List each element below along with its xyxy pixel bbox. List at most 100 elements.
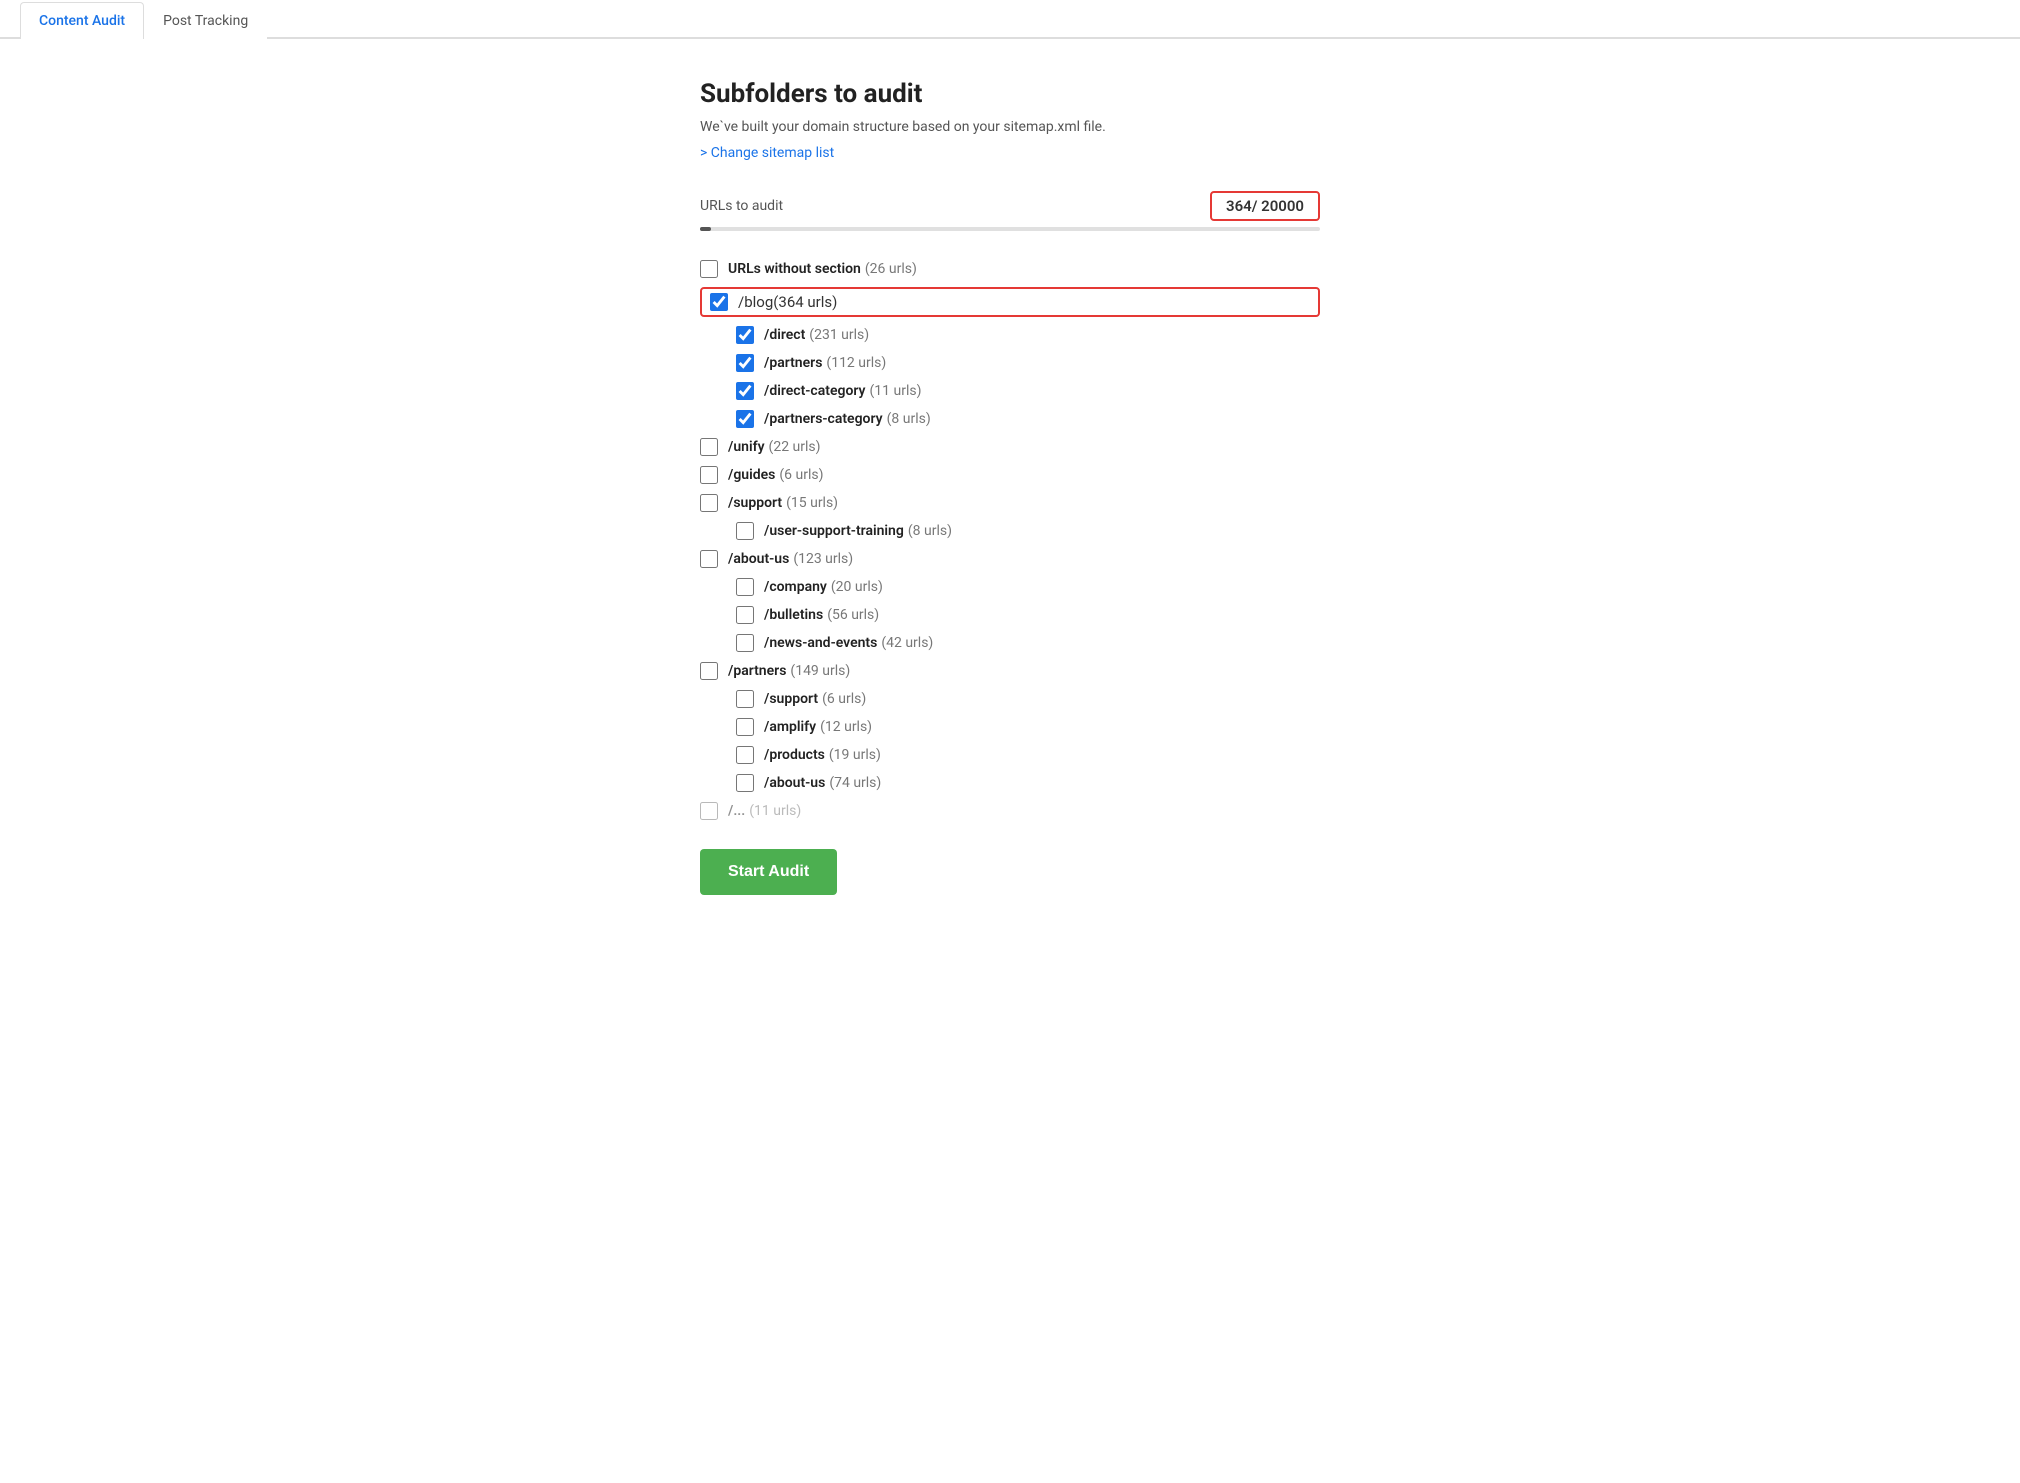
item-label: /about-us: [728, 551, 789, 567]
item-count: (112 urls): [826, 355, 886, 371]
list-item-blog: /blog (364 urls) /direct (231 urls) /par…: [700, 287, 1320, 433]
checkbox-direct-category[interactable]: [736, 382, 754, 400]
about-us-children: /company (20 urls) /bulletins (56 urls) …: [700, 573, 1320, 657]
list-item: /company (20 urls): [736, 573, 1320, 601]
item-label: /support: [728, 495, 782, 511]
item-label: /user-support-training: [764, 523, 904, 539]
list-item: /direct (231 urls): [736, 321, 1320, 349]
item-label: /about-us: [764, 775, 825, 791]
item-label: /bulletins: [764, 607, 823, 623]
start-audit-button[interactable]: Start Audit: [700, 849, 837, 895]
item-count: (74 urls): [829, 775, 881, 791]
item-label: /amplify: [764, 719, 816, 735]
item-count: (22 urls): [769, 439, 821, 455]
checkbox-urls-without-section[interactable]: [700, 260, 718, 278]
urls-count-badge: 364/ 20000: [1210, 191, 1320, 221]
checkbox-user-support-training[interactable]: [736, 522, 754, 540]
item-label: /support: [764, 691, 818, 707]
support-children: /user-support-training (8 urls): [700, 517, 1320, 545]
item-count: (231 urls): [809, 327, 869, 343]
item-count: (56 urls): [827, 607, 879, 623]
item-label: /company: [764, 579, 827, 595]
list-item: /bulletins (56 urls): [736, 601, 1320, 629]
checkbox-about-us[interactable]: [700, 550, 718, 568]
item-count: (19 urls): [829, 747, 881, 763]
item-count: (12 urls): [820, 719, 872, 735]
list-item: /amplify (12 urls): [736, 713, 1320, 741]
checkbox-partners-about-us[interactable]: [736, 774, 754, 792]
list-item: /partners (112 urls): [736, 349, 1320, 377]
urls-counter-row: URLs to audit 364/ 20000: [700, 191, 1320, 221]
list-item: /about-us (74 urls): [736, 769, 1320, 797]
checkbox-blog[interactable]: [710, 293, 728, 311]
list-item: URLs without section (26 urls): [700, 255, 1320, 283]
progress-bar-container: [700, 227, 1320, 231]
list-item: /unify (22 urls): [700, 433, 1320, 461]
blog-children: /direct (231 urls) /partners (112 urls) …: [700, 321, 1320, 433]
checkbox-partners-main[interactable]: [700, 662, 718, 680]
item-count: (11 urls): [749, 803, 801, 819]
item-count: (26 urls): [865, 261, 917, 277]
item-count: (364 urls): [773, 293, 837, 311]
blog-row-wrapper: /blog (364 urls): [700, 287, 1320, 317]
item-count: (6 urls): [779, 467, 823, 483]
item-count: (8 urls): [887, 411, 931, 427]
list-item-partners-main: /partners (149 urls) /support (6 urls) /…: [700, 657, 1320, 797]
checkbox-partners-category[interactable]: [736, 410, 754, 428]
checkbox-unify[interactable]: [700, 438, 718, 456]
item-count: (149 urls): [790, 663, 850, 679]
item-label: /partners-category: [764, 411, 883, 427]
item-label: /partners: [764, 355, 822, 371]
item-count: (8 urls): [908, 523, 952, 539]
item-label: /news-and-events: [764, 635, 877, 651]
urls-label: URLs to audit: [700, 198, 783, 214]
item-label: /products: [764, 747, 825, 763]
item-count: (15 urls): [786, 495, 838, 511]
change-sitemap-link[interactable]: > Change sitemap list: [700, 145, 834, 161]
tabs-bar: Content Audit Post Tracking: [0, 0, 2020, 39]
item-count: (123 urls): [793, 551, 853, 567]
list-item: /direct-category (11 urls): [736, 377, 1320, 405]
checkbox-amplify[interactable]: [736, 718, 754, 736]
item-count: (11 urls): [869, 383, 921, 399]
item-label: /...: [728, 803, 745, 819]
checkbox-news-and-events[interactable]: [736, 634, 754, 652]
list-item-support: /support (15 urls) /user-support-trainin…: [700, 489, 1320, 545]
item-label: /partners: [728, 663, 786, 679]
item-count: (20 urls): [831, 579, 883, 595]
checkbox-company[interactable]: [736, 578, 754, 596]
list-item-about-us: /about-us (123 urls) /company (20 urls) …: [700, 545, 1320, 657]
checkbox-list: URLs without section (26 urls) /blog (36…: [700, 255, 1320, 825]
item-label: /blog: [738, 293, 773, 311]
tab-post-tracking[interactable]: Post Tracking: [144, 2, 267, 39]
list-item: /user-support-training (8 urls): [736, 517, 1320, 545]
checkbox-bulletins[interactable]: [736, 606, 754, 624]
list-item: /products (19 urls): [736, 741, 1320, 769]
checkbox-products[interactable]: [736, 746, 754, 764]
item-label: /unify: [728, 439, 765, 455]
item-label: /guides: [728, 467, 775, 483]
page-subtitle: We`ve built your domain structure based …: [700, 119, 1320, 135]
main-content: Subfolders to audit We`ve built your dom…: [660, 79, 1360, 895]
checkbox-direct[interactable]: [736, 326, 754, 344]
tab-content-audit[interactable]: Content Audit: [20, 2, 144, 39]
list-item: /partners-category (8 urls): [736, 405, 1320, 433]
list-item: /guides (6 urls): [700, 461, 1320, 489]
list-scroll[interactable]: URLs without section (26 urls) /blog (36…: [700, 255, 1320, 825]
list-item-partial: /... (11 urls): [700, 797, 1320, 825]
item-count: (42 urls): [881, 635, 933, 651]
page-title: Subfolders to audit: [700, 79, 1320, 109]
checkbox-guides[interactable]: [700, 466, 718, 484]
item-count: (6 urls): [822, 691, 866, 707]
list-item: /news-and-events (42 urls): [736, 629, 1320, 657]
checkbox-support[interactable]: [700, 494, 718, 512]
checkbox-partial[interactable]: [700, 802, 718, 820]
item-label: /direct-category: [764, 383, 865, 399]
progress-bar-fill: [700, 227, 711, 231]
list-item: /support (6 urls): [736, 685, 1320, 713]
checkbox-partners[interactable]: [736, 354, 754, 372]
item-label: URLs without section: [728, 261, 861, 277]
checkbox-partners-support[interactable]: [736, 690, 754, 708]
item-label: /direct: [764, 327, 805, 343]
partners-children: /support (6 urls) /amplify (12 urls) /pr…: [700, 685, 1320, 797]
